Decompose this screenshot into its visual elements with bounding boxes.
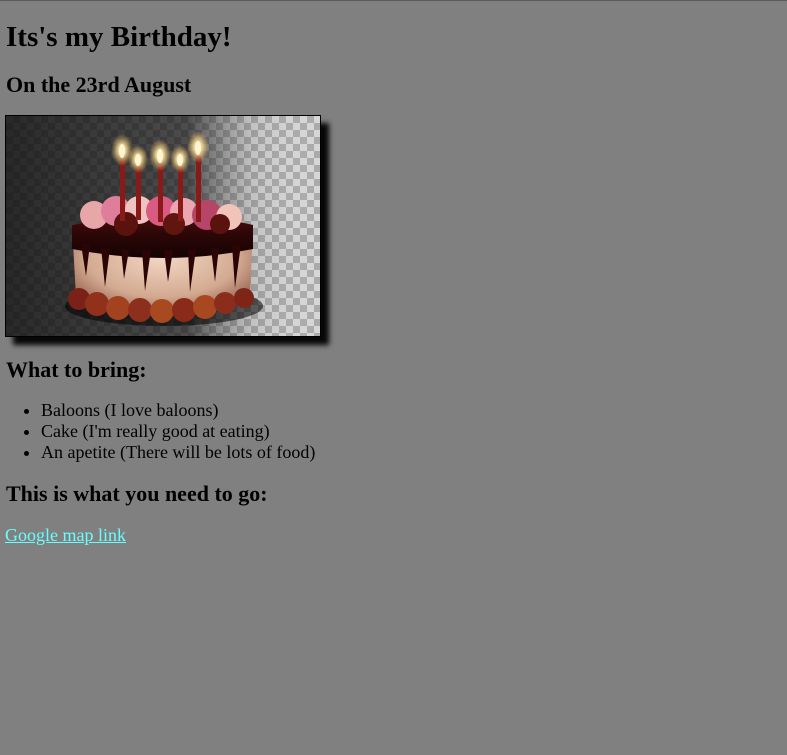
- directions-heading: This is what you need to go:: [6, 481, 268, 506]
- list-item: An apetite (There will be lots of food): [41, 442, 315, 463]
- page-title: Its's my Birthday!: [6, 21, 232, 53]
- list-item: Baloons (I love baloons): [41, 400, 315, 421]
- what-to-bring-heading: What to bring:: [6, 357, 147, 382]
- list-item: Cake (I'm really good at eating): [41, 421, 315, 442]
- google-map-link[interactable]: Google map link: [5, 524, 126, 546]
- birthday-cake-image: [5, 115, 321, 337]
- birthday-page: Its's my Birthday! On the 23rd August Wh…: [0, 0, 787, 755]
- cake-illustration: [6, 116, 320, 336]
- bring-list: Baloons (I love baloons) Cake (I'm reall…: [0, 400, 315, 463]
- date-heading: On the 23rd August: [6, 72, 192, 97]
